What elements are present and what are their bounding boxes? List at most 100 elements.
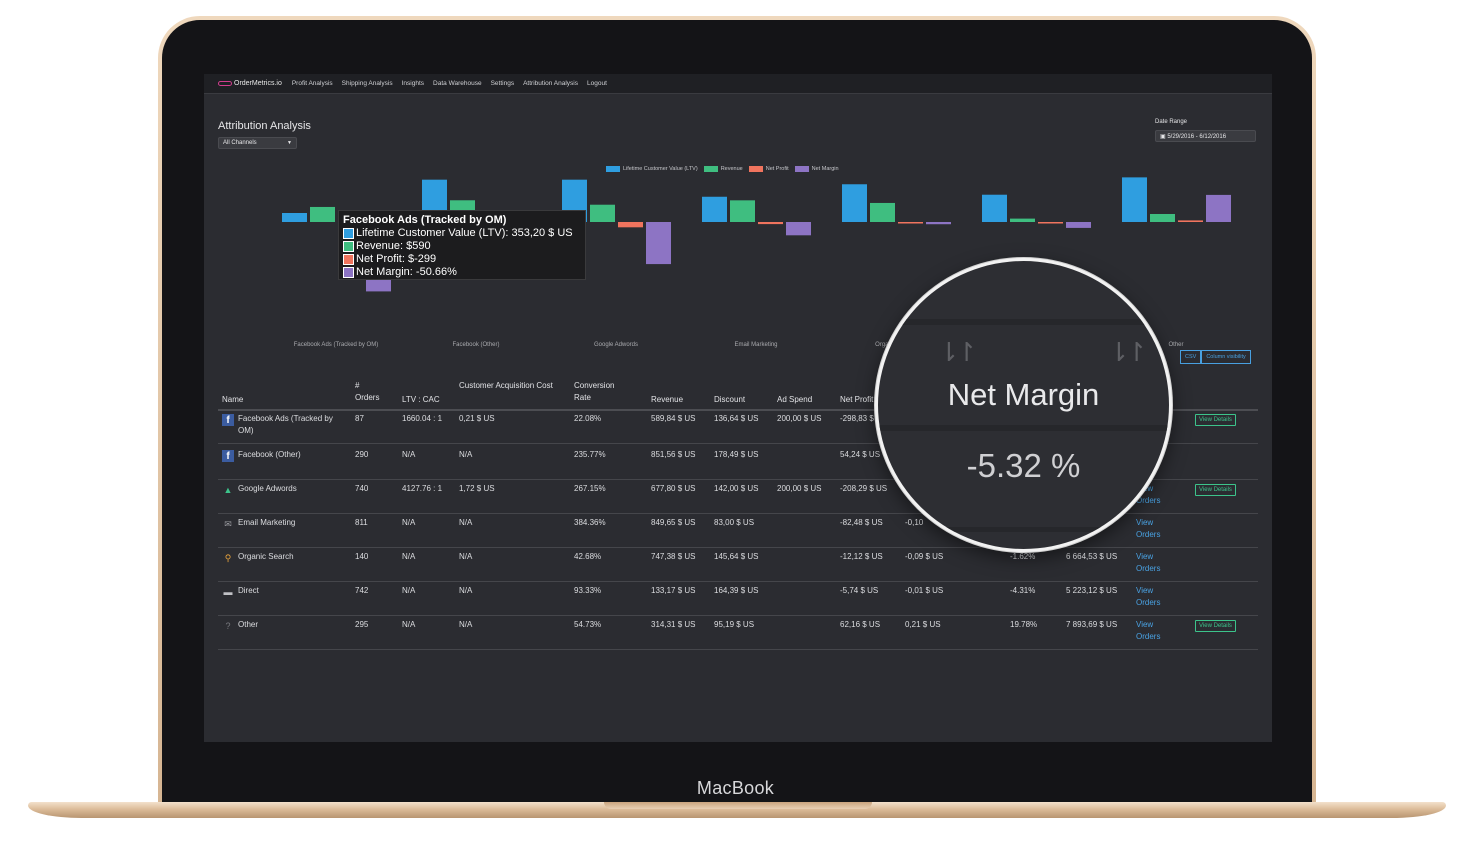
cell-conv: 384.36% xyxy=(574,518,606,527)
cell-discount: 95,19 $ US xyxy=(714,620,755,629)
view-details-button[interactable]: View Details xyxy=(1195,414,1236,426)
bar-1-5[interactable] xyxy=(1010,218,1035,222)
cell-cac: 1,72 $ US xyxy=(459,484,495,493)
bar-2-3[interactable] xyxy=(758,222,783,225)
tooltip-swatch xyxy=(343,267,354,278)
magnifier-divider xyxy=(878,527,1169,532)
column-header[interactable]: Conversion Rate xyxy=(574,380,629,404)
column-header[interactable]: Revenue xyxy=(651,394,701,406)
cell-orders: 811 xyxy=(355,518,368,527)
bar-3-4[interactable] xyxy=(926,222,951,225)
cell-discount: 164,39 $ US xyxy=(714,586,759,595)
cell-orders: 295 xyxy=(355,620,369,629)
cell-cac: N/A xyxy=(459,620,473,629)
view-orders-link[interactable]: View Orders xyxy=(1136,619,1166,643)
row-name: Facebook Ads (Tracked by OM) xyxy=(238,414,333,435)
table-button-group: CSV Column visibility xyxy=(1180,350,1251,364)
sort-icon[interactable]: ⇂↾ xyxy=(938,337,978,368)
bar-2-5[interactable] xyxy=(1038,222,1063,224)
cell-discount: 136,64 $ US xyxy=(714,414,759,423)
bar-1-4[interactable] xyxy=(870,202,895,222)
cell-orders: 740 xyxy=(355,484,369,493)
cell-revenue: 849,65 $ US xyxy=(651,518,696,527)
cell-net_profit: 62,16 $ US xyxy=(840,620,881,629)
bar-0-4[interactable] xyxy=(842,184,867,222)
cell-conv: 42.68% xyxy=(574,552,602,561)
cell-ltv_cac: N/A xyxy=(402,450,416,459)
bar-1-2[interactable] xyxy=(590,204,615,222)
column-header[interactable]: # Orders xyxy=(355,380,385,404)
direct-icon: ▬ xyxy=(223,587,233,597)
cell-revenue: 314,31 $ US xyxy=(651,620,696,629)
facebook-icon: f xyxy=(222,414,234,426)
cell-ltv_cac: 4127.76 : 1 xyxy=(402,484,443,493)
view-orders-link[interactable]: View Orders xyxy=(1136,551,1166,575)
cell-col10: -0,09 $ US xyxy=(905,552,944,561)
x-tick-label: Facebook Ads (Tracked by OM) xyxy=(294,342,378,348)
tooltip-swatch xyxy=(343,228,354,239)
cell-col11: -1.62% xyxy=(1010,552,1036,561)
cell-cac: N/A xyxy=(459,552,473,561)
csv-button[interactable]: CSV xyxy=(1180,350,1202,364)
cell-revenue: 747,38 $ US xyxy=(651,552,696,561)
facebook-icon: f xyxy=(222,450,234,462)
bar-0-5[interactable] xyxy=(982,194,1007,222)
column-header[interactable]: Name xyxy=(222,394,302,406)
bar-2-4[interactable] xyxy=(898,222,923,224)
adwords-icon: ▲ xyxy=(223,485,233,495)
question-icon: ? xyxy=(225,621,231,631)
tooltip-row-label: Net Profit: $-299 xyxy=(356,253,437,265)
cell-ad_spend: 200,00 $ US xyxy=(777,414,822,423)
cell-orders: 742 xyxy=(355,586,369,595)
cell-ltv_cac: N/A xyxy=(402,552,416,561)
bar-2-6[interactable] xyxy=(1178,220,1203,222)
cell-conv: 267.15% xyxy=(574,484,606,493)
view-details-button[interactable]: View Details xyxy=(1195,620,1236,632)
column-header[interactable]: Ad Spend xyxy=(777,394,827,406)
column-header[interactable]: Customer Acquisition Cost xyxy=(459,380,559,392)
tooltip-swatch xyxy=(343,241,354,252)
cell-col10: -0,01 $ US xyxy=(905,586,944,595)
bar-3-2[interactable] xyxy=(646,222,671,265)
cell-orders: 87 xyxy=(355,414,364,423)
bar-0-3[interactable] xyxy=(702,196,727,222)
x-tick-label: Facebook (Other) xyxy=(452,342,499,348)
x-tick-label: Other xyxy=(1168,342,1183,348)
bar-3-5[interactable] xyxy=(1066,222,1091,228)
tooltip-title: Facebook Ads (Tracked by OM) xyxy=(343,214,507,226)
bar-0-0[interactable] xyxy=(282,212,307,222)
tooltip-row: Lifetime Customer Value (LTV): 353,20 $ … xyxy=(343,227,581,240)
row-divider xyxy=(218,615,1258,616)
cell-discount: 142,00 $ US xyxy=(714,484,759,493)
column-header[interactable]: Discount xyxy=(714,394,764,406)
chart-tooltip: Facebook Ads (Tracked by OM) Lifetime Cu… xyxy=(338,210,586,280)
cell-col12: 7 893,69 $ US xyxy=(1066,620,1118,629)
cell-net_profit: -12,12 $ US xyxy=(840,552,883,561)
column-visibility-button[interactable]: Column visibility xyxy=(1201,350,1251,364)
cell-cac: 0,21 $ US xyxy=(459,414,495,423)
device-label: MacBook xyxy=(696,778,775,798)
view-orders-link[interactable]: View Orders xyxy=(1136,585,1166,609)
bar-1-0[interactable] xyxy=(310,206,335,222)
cell-revenue: 851,56 $ US xyxy=(651,450,696,459)
bar-2-2[interactable] xyxy=(618,222,643,228)
row-name: Other xyxy=(238,620,259,629)
row-divider xyxy=(218,547,1258,548)
bar-0-6[interactable] xyxy=(1122,177,1147,222)
view-details-button[interactable]: View Details xyxy=(1195,484,1236,496)
cell-conv: 54.73% xyxy=(574,620,602,629)
laptop-mockup: OrderMetrics.io Profit Analysis Shipping… xyxy=(0,0,1471,856)
cell-ltv_cac: 1660.04 : 1 xyxy=(402,414,443,423)
bar-3-3[interactable] xyxy=(786,222,811,236)
column-header[interactable]: LTV : CAC xyxy=(402,394,452,406)
sort-icon[interactable]: ⇂↾ xyxy=(1108,337,1148,368)
cell-col12: 5 223,12 $ US xyxy=(1066,586,1118,595)
magnifier-divider xyxy=(878,319,1169,325)
row-name: Organic Search xyxy=(238,552,294,561)
cell-ltv_cac: N/A xyxy=(402,586,416,595)
bar-3-6[interactable] xyxy=(1206,194,1231,222)
bar-1-6[interactable] xyxy=(1150,213,1175,222)
bar-1-3[interactable] xyxy=(730,200,755,222)
magnifier-callout: ⇂↾ ⇂↾ Net Margin -5.32 % xyxy=(875,258,1172,552)
cell-col11: 19.78% xyxy=(1010,620,1038,629)
